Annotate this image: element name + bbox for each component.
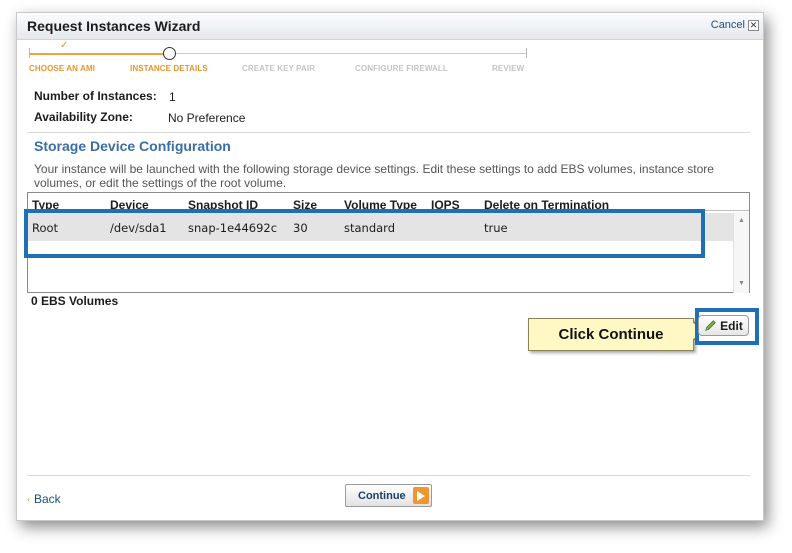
back-label: Back [34, 492, 61, 506]
step-review: REVIEW [492, 64, 525, 73]
progress-track-complete [29, 53, 169, 55]
step-configure-firewall: CONFIGURE FIREWALL [355, 64, 448, 73]
continue-label: Continue [358, 489, 406, 502]
cancel-label: Cancel [710, 19, 745, 31]
checkmark-icon: ✓ [60, 40, 69, 51]
step-choose-ami: CHOOSE AN AMI [29, 64, 96, 73]
callout-text: Click Continue [558, 326, 664, 343]
step-create-key-pair: CREATE KEY PAIR [242, 64, 316, 73]
edit-label: Edit [720, 318, 743, 333]
cancel-button[interactable]: Cancel ✕ [711, 19, 759, 31]
current-step-circle-icon [163, 47, 176, 60]
instances-value: 1 [169, 90, 176, 104]
zone-label: Availability Zone: [34, 110, 133, 124]
edit-button[interactable]: Edit [698, 315, 749, 336]
continue-button[interactable]: Continue [345, 484, 432, 507]
ebs-volume-count: 0 EBS Volumes [31, 294, 119, 308]
progress-tick [526, 48, 527, 58]
zone-value: No Preference [168, 111, 246, 125]
close-icon[interactable]: ✕ [748, 19, 759, 31]
storage-section-title: Storage Device Configuration [34, 138, 231, 154]
chevron-left-icon: ‹ [27, 494, 30, 504]
wizard-titlebar: Request Instances Wizard Cancel ✕ [17, 13, 763, 40]
callout-tooltip: Click Continue [528, 318, 694, 351]
play-arrow-icon [413, 487, 429, 504]
storage-description: Your instance will be launched with the … [34, 162, 714, 190]
wizard-dialog: Request Instances Wizard Cancel ✕ ✓ CHOO… [16, 12, 764, 521]
scroll-down-icon[interactable]: ▼ [734, 278, 749, 290]
pencil-icon [705, 320, 716, 331]
scroll-up-icon[interactable]: ▲ [734, 215, 749, 227]
step-instance-details: INSTANCE DETAILS [130, 64, 208, 73]
wizard-title: Request Instances Wizard [27, 18, 201, 34]
footer-divider [27, 475, 750, 476]
instances-label: Number of Instances: [34, 89, 157, 103]
row-highlight-frame [24, 209, 705, 258]
progress-tick [29, 48, 30, 58]
table-scrollbar[interactable]: ▲ ▼ [733, 212, 749, 293]
section-divider [27, 132, 750, 133]
back-link[interactable]: ‹ Back [27, 492, 61, 506]
